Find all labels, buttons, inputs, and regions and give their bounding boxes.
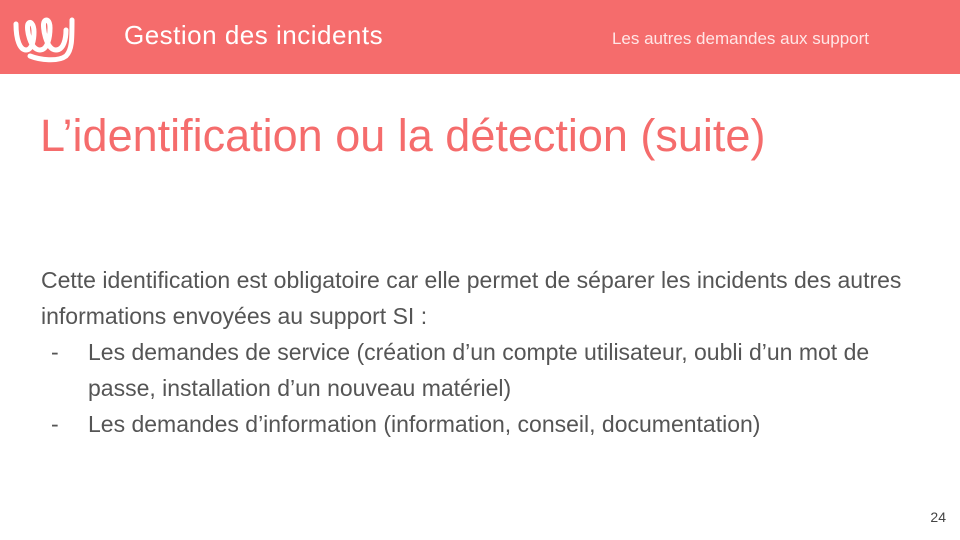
header-title: Gestion des incidents (124, 20, 384, 50)
header-bar: Gestion des incidents Les autres demande… (0, 0, 960, 74)
header-subtitle: Les autres demandes aux support (611, 29, 869, 48)
slide-title: L’identification ou la détection (suite) (40, 110, 766, 161)
dash-marker: - (51, 339, 59, 365)
intro-paragraph: Cette identification est obligatoire car… (41, 267, 902, 329)
bullet-list: - Les demandes de service (création d’un… (41, 334, 921, 442)
page-number: 24 (930, 509, 946, 525)
wave-logo-icon (13, 17, 75, 63)
slide-body: Cette identification est obligatoire car… (41, 262, 921, 442)
list-item-text: Les demandes d’information (information,… (88, 411, 761, 437)
list-item: - Les demandes de service (création d’un… (41, 334, 921, 406)
list-item-text: Les demandes de service (création d’un c… (88, 339, 870, 401)
dash-marker: - (51, 411, 59, 437)
list-item: - Les demandes d’information (informatio… (41, 406, 921, 442)
